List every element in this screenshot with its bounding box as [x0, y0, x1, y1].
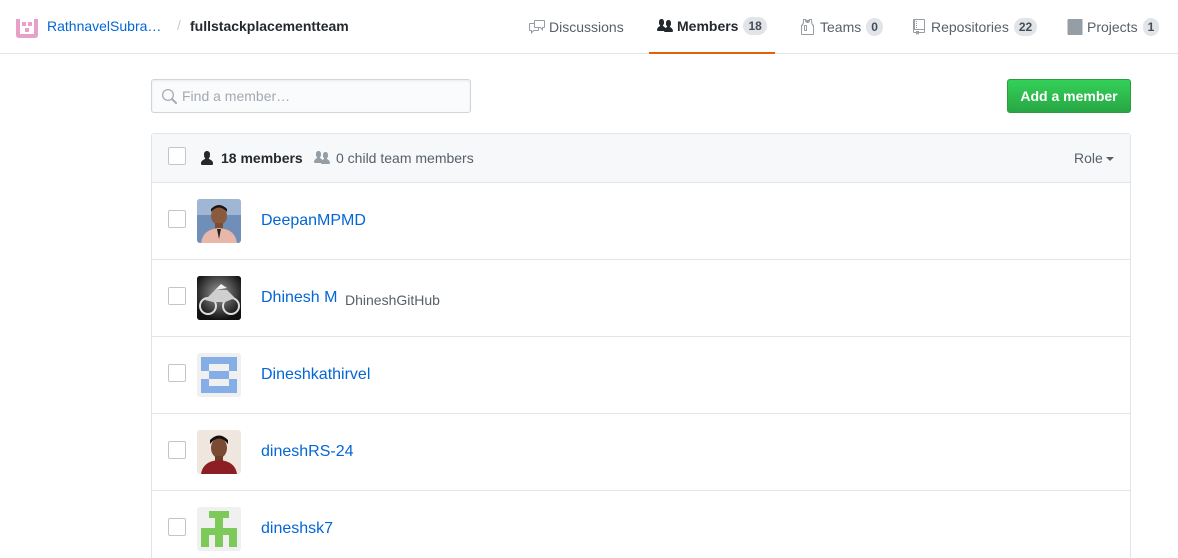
org-avatar[interactable]: [16, 16, 38, 38]
tab-discussions-label: Discussions: [549, 19, 624, 35]
members-count-label: 18 members: [221, 150, 303, 166]
repositories-count-badge: 22: [1013, 18, 1038, 36]
member-avatar[interactable]: [197, 430, 241, 474]
member-name-link[interactable]: dineshsk7: [261, 520, 333, 538]
tab-teams-label: Teams: [820, 19, 862, 35]
members-count-badge: 18: [743, 17, 767, 35]
member-checkbox[interactable]: [168, 364, 186, 382]
people-icon: [657, 19, 673, 32]
tab-members[interactable]: Members 18: [649, 0, 775, 54]
org-name-link[interactable]: RathnavelSubra…: [47, 18, 161, 34]
member-avatar[interactable]: [197, 507, 241, 551]
tab-projects-label: Projects: [1087, 19, 1138, 35]
comment-discussion-icon: [529, 20, 545, 34]
projects-count-badge: 1: [1142, 18, 1160, 36]
member-list: 18 members 0 child team members Role Dee…: [151, 133, 1131, 558]
member-list-header: 18 members 0 child team members Role: [152, 134, 1130, 183]
teams-count-badge: 0: [866, 18, 883, 36]
team-header: RathnavelSubra… / fullstackplacementteam…: [0, 0, 1178, 54]
member-checkbox[interactable]: [168, 441, 186, 459]
member-row: Dineshkathirvel: [152, 337, 1130, 414]
child-team-members-count: 0 child team members: [314, 150, 474, 166]
add-member-button[interactable]: Add a member: [1007, 79, 1131, 113]
role-filter-dropdown[interactable]: Role: [1074, 150, 1114, 166]
select-all-checkbox[interactable]: [168, 147, 186, 165]
member-name-link[interactable]: DeepanMPMD: [261, 212, 366, 230]
member-login: DhineshGitHub: [345, 292, 440, 308]
member-name-link[interactable]: Dineshkathirvel: [261, 366, 370, 384]
member-avatar[interactable]: [197, 353, 241, 397]
member-name-link[interactable]: dineshRS-24: [261, 443, 354, 461]
role-filter-label: Role: [1074, 150, 1103, 166]
member-row: Dhinesh M DhineshGitHub: [152, 260, 1130, 337]
member-name-link[interactable]: Dhinesh M: [261, 289, 337, 307]
tab-repositories[interactable]: Repositories 22: [911, 0, 1038, 54]
member-checkbox[interactable]: [168, 287, 186, 305]
members-count: 18 members: [199, 150, 303, 166]
child-team-members-label: 0 child team members: [336, 150, 474, 166]
member-row: DeepanMPMD: [152, 183, 1130, 260]
member-avatar[interactable]: [197, 276, 241, 320]
member-avatar[interactable]: [197, 199, 241, 243]
search-icon: [162, 89, 177, 104]
tab-members-label: Members: [677, 18, 739, 34]
caret-down-icon: [1105, 157, 1114, 162]
person-icon: [201, 151, 213, 165]
people-icon: [314, 151, 330, 164]
member-row: dineshRS-24: [152, 414, 1130, 491]
tab-teams[interactable]: Teams 0: [800, 0, 883, 54]
tab-discussions[interactable]: Discussions: [529, 0, 624, 54]
member-search[interactable]: [151, 79, 471, 113]
jersey-icon: [801, 19, 814, 35]
repo-icon: [913, 19, 925, 35]
tab-repositories-label: Repositories: [931, 19, 1009, 35]
member-checkbox[interactable]: [168, 518, 186, 536]
team-name[interactable]: fullstackplacementteam: [190, 18, 349, 34]
tab-projects[interactable]: Projects 1: [1067, 0, 1160, 54]
member-row: dineshsk7: [152, 491, 1130, 558]
breadcrumb-separator: /: [177, 17, 181, 33]
search-input[interactable]: [182, 80, 467, 112]
project-icon: [1067, 19, 1083, 35]
member-checkbox[interactable]: [168, 210, 186, 228]
